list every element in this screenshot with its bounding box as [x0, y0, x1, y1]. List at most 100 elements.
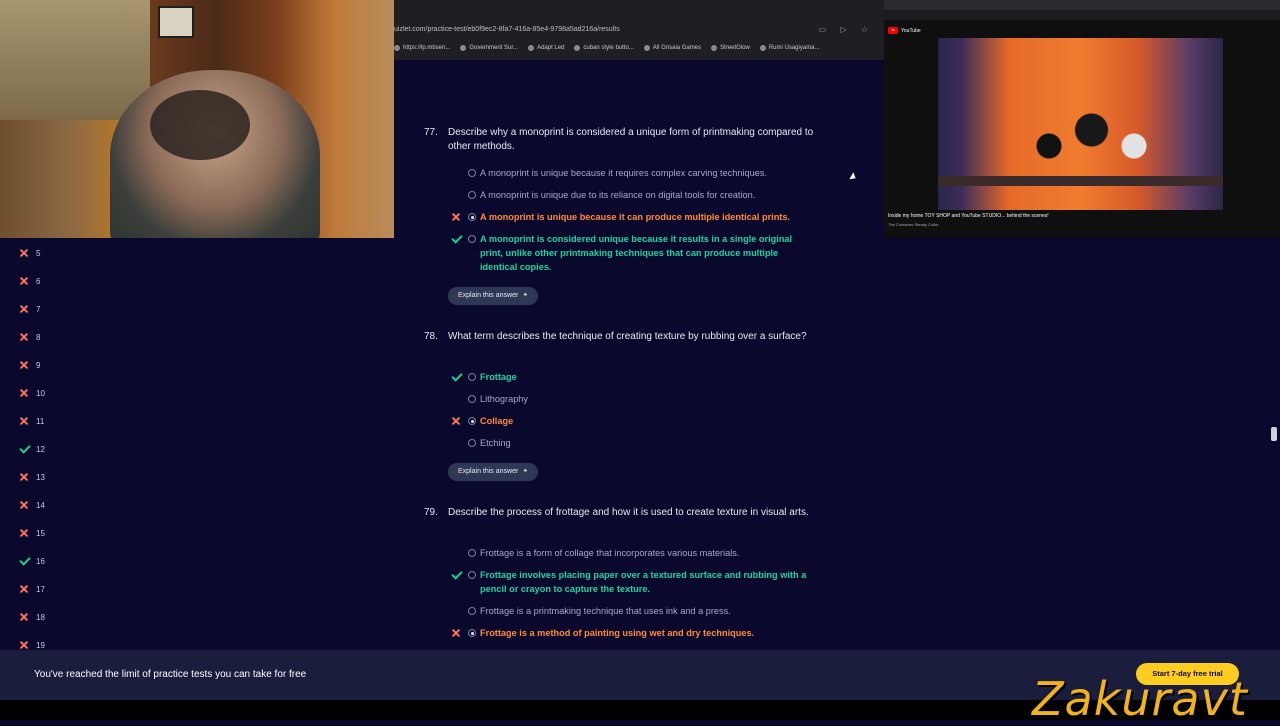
- explain-answer-button[interactable]: Explain this answer ✦: [448, 463, 539, 481]
- wrong-x-icon: [18, 303, 30, 315]
- youtube-address-bar: [884, 10, 1280, 20]
- radio-icon: [468, 607, 476, 615]
- sidebar-question-item[interactable]: 6: [18, 274, 78, 288]
- youtube-video-player[interactable]: [938, 38, 1223, 210]
- webcam-overlay: [0, 0, 394, 238]
- sidebar-question-number: 8: [36, 332, 41, 342]
- youtube-tab-strip: [884, 0, 1280, 10]
- limit-message: You've reached the limit of practice tes…: [34, 669, 307, 680]
- question-number: 79.: [424, 507, 438, 518]
- sidebar-question-number: 16: [36, 556, 45, 566]
- sidebar-question-number: 19: [36, 640, 45, 650]
- video-frame-shelf: [938, 176, 1223, 186]
- sidebar-question-number: 14: [36, 500, 45, 510]
- wrong-x-icon: [18, 331, 30, 343]
- bookmarks-bar: https://lp.mbsen... Government Sur... Ad…: [394, 41, 884, 55]
- wrong-x-icon: [18, 415, 30, 427]
- youtube-video-meta: The Container Steady Collor: [888, 222, 1278, 227]
- streamer-watermark: Zakuravt: [1032, 672, 1248, 726]
- radio-icon: [468, 571, 476, 579]
- question-number: 78.: [424, 331, 438, 342]
- webcam-background: [0, 0, 150, 120]
- youtube-video-title: Inside my home TOY SHOP and YouTube STUD…: [888, 213, 1049, 219]
- bookmark-item[interactable]: Government Sur...: [460, 45, 518, 51]
- globe-icon: [643, 45, 650, 51]
- sidebar-question-item[interactable]: 12: [18, 442, 78, 456]
- radio-icon: [468, 439, 476, 447]
- wrong-x-icon: [18, 583, 30, 595]
- globe-icon: [759, 45, 766, 51]
- wrong-x-icon: [18, 499, 30, 511]
- sidebar-question-item[interactable]: 9: [18, 358, 78, 372]
- wrong-x-icon: [18, 611, 30, 623]
- radio-icon: [468, 549, 476, 557]
- wrong-x-icon: [18, 471, 30, 483]
- sidebar-question-item[interactable]: 8: [18, 330, 78, 344]
- bookmark-item[interactable]: Adapt Led: [528, 45, 564, 51]
- wrong-x-icon: [18, 275, 30, 287]
- sidebar-question-item[interactable]: 18: [18, 610, 78, 624]
- bookmark-item[interactable]: Rumi Usagiyama...: [759, 45, 820, 51]
- toolbar-icons[interactable]: ▭ ▷ ☆: [819, 22, 874, 38]
- correct-check-icon: [450, 371, 462, 383]
- webcam-wall-frame: [158, 6, 194, 38]
- webcam-person-hair: [150, 90, 250, 160]
- wrong-x-icon: [450, 415, 462, 427]
- correct-check-icon: [18, 555, 30, 567]
- globe-icon: [394, 45, 400, 51]
- results-panel: 77. Describe why a monoprint is consider…: [394, 60, 884, 650]
- radio-selected-icon: [468, 629, 476, 637]
- sidebar-question-number: 15: [36, 528, 45, 538]
- sidebar-question-number: 13: [36, 472, 45, 482]
- sidebar-question-number: 12: [36, 444, 45, 454]
- question-text: What term describes the technique of cre…: [448, 331, 807, 342]
- sidebar-question-item[interactable]: 13: [18, 470, 78, 484]
- sparkle-icon: ✦: [522, 292, 529, 299]
- sidebar-question-item[interactable]: 16: [18, 554, 78, 568]
- scrollbar-thumb[interactable]: [1271, 427, 1277, 441]
- sidebar-question-item[interactable]: 7: [18, 302, 78, 316]
- question-status-list: 5 6 7 8 9 10 11 12 13 14 15 16 17 18 19: [0, 238, 394, 650]
- youtube-window[interactable]: YouTube Inside my home TOY SHOP and YouT…: [884, 0, 1280, 238]
- correct-check-icon: [450, 233, 462, 245]
- radio-icon: [468, 191, 476, 199]
- bookmark-item[interactable]: cuban style butto...: [574, 45, 634, 51]
- sidebar-question-number: 11: [36, 416, 45, 426]
- wrong-x-icon: [18, 387, 30, 399]
- radio-selected-icon: [468, 417, 476, 425]
- address-bar[interactable]: uizlet.com/practice-test/eb0f9ec2-8fa7-4…: [394, 22, 884, 38]
- sidebar-question-number: 5: [36, 248, 41, 258]
- question-number: 77.: [424, 127, 438, 138]
- globe-icon: [528, 45, 535, 51]
- sidebar-question-number: 9: [36, 360, 41, 370]
- sidebar-question-item[interactable]: 14: [18, 498, 78, 512]
- wrong-x-icon: [18, 359, 30, 371]
- explain-answer-button[interactable]: Explain this answer ✦: [448, 287, 539, 305]
- wrong-x-icon: [450, 627, 462, 639]
- globe-icon: [711, 45, 718, 51]
- correct-check-icon: [450, 569, 462, 581]
- question-text: Describe why a monoprint is considered a…: [448, 127, 814, 152]
- sidebar-question-item[interactable]: 5: [18, 246, 78, 260]
- wrong-x-icon: [18, 527, 30, 539]
- sidebar-question-item[interactable]: 10: [18, 386, 78, 400]
- wrong-x-icon: [18, 247, 30, 259]
- video-frame-objects: [998, 98, 1168, 178]
- bookmark-item[interactable]: StreetGlow: [711, 45, 750, 51]
- bookmark-item[interactable]: https://lp.mbsen...: [394, 45, 450, 51]
- sidebar-question-item[interactable]: 11: [18, 414, 78, 428]
- question-text: Describe the process of frottage and how…: [448, 507, 809, 518]
- radio-icon: [468, 395, 476, 403]
- sidebar-question-item[interactable]: 17: [18, 582, 78, 596]
- sidebar-question-number: 18: [36, 612, 45, 622]
- globe-icon: [460, 45, 467, 51]
- youtube-channel-name[interactable]: The Container Steady Collor: [888, 222, 938, 227]
- bookmark-item[interactable]: All Grisaia Games: [643, 45, 701, 51]
- wrong-x-icon: [450, 211, 462, 223]
- radio-icon: [468, 373, 476, 381]
- sidebar-question-number: 6: [36, 276, 41, 286]
- radio-icon: [468, 235, 476, 243]
- sidebar-question-item[interactable]: 15: [18, 526, 78, 540]
- sidebar-question-number: 7: [36, 304, 41, 314]
- radio-icon: [468, 169, 476, 177]
